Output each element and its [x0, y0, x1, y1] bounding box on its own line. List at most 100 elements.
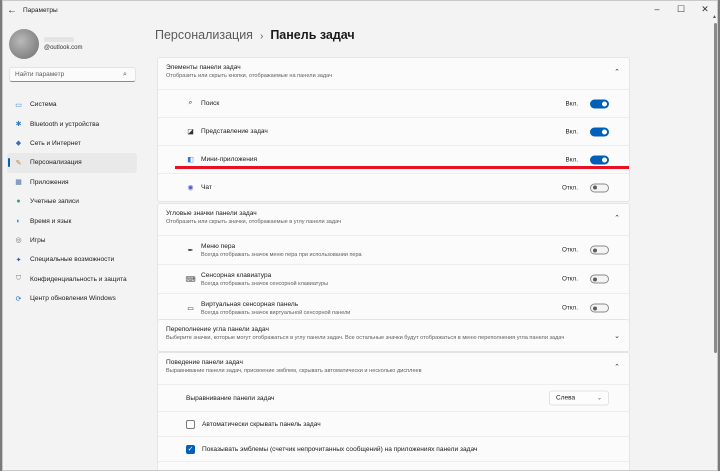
checkbox[interactable] — [186, 419, 195, 429]
pen-icon: ✒ — [187, 247, 194, 254]
page-title: Панель задач — [270, 28, 355, 42]
maximize-icon[interactable]: ☐ — [669, 1, 693, 19]
toggle-switch[interactable] — [590, 183, 609, 192]
scrollbar[interactable] — [714, 23, 717, 353]
section-corner-overflow[interactable]: Переполнение угла панели задач Выберите … — [157, 319, 630, 352]
app-title: Параметры — [23, 6, 58, 14]
search-icon: ⌕ — [123, 70, 127, 78]
sidebar-item-0[interactable]: ▭ Система — [7, 95, 137, 114]
sidebar-item-label: Сеть и Интернет — [30, 139, 81, 147]
title-bar: ← Параметры – ☐ ✕ — [3, 1, 717, 19]
globe-clock-icon: ◐ — [16, 217, 21, 225]
toggle-switch[interactable] — [590, 303, 609, 313]
setting-desc: Всегда отображать значок сенсорной клави… — [201, 280, 329, 287]
section-header-taskbar-behavior[interactable]: Поведение панели задач Выравнивание пане… — [158, 353, 629, 384]
apps-icon: ▦ — [15, 179, 22, 187]
setting-label: Представление задач — [201, 128, 268, 135]
setting-label: Меню пера — [201, 242, 236, 250]
nav-list: ▭ Система ✱ Bluetooth и устройства ◆ Сеть и И… — [7, 95, 137, 308]
checkbox-row[interactable]: Автоматически скрывать панель задач — [158, 411, 629, 436]
taskbar-alignment-value: Слева — [556, 394, 576, 402]
sidebar-item-label: Приложения — [30, 178, 69, 186]
setting-row: ▭ Виртуальная сенсорная панель Всегда отоб… — [158, 293, 629, 322]
section-header-taskbar-items[interactable]: Элементы панели задач Отобразить или скр… — [158, 58, 629, 89]
sidebar-item-label: Система — [30, 101, 57, 109]
sidebar-item-1[interactable]: ✱ Bluetooth и устройства — [7, 114, 137, 133]
accessibility-icon: ✦ — [15, 256, 22, 264]
checkbox-label: Автоматически скрывать панель задач — [202, 420, 321, 428]
setting-label: Поиск — [201, 100, 220, 107]
sidebar-item-label: Учетные записи — [30, 198, 79, 206]
sidebar-item-3[interactable]: ✎ Персонализация — [7, 153, 137, 173]
toggle-group: Вкл. — [566, 99, 609, 108]
back-arrow-icon[interactable]: ← — [3, 5, 21, 16]
search-box[interactable]: ⌕ — [9, 67, 136, 82]
toggle-switch[interactable] — [590, 155, 609, 164]
sidebar-item-9[interactable]: ⛉ Конфиденциальность и защита — [7, 270, 137, 289]
section-header-corner-icons[interactable]: Угловые значки панели задач Отобразить и… — [158, 204, 629, 235]
sidebar-item-label: Время и язык — [30, 217, 72, 225]
chevron-down-icon[interactable]: ⌄ — [614, 332, 620, 340]
toggle-group: Откл. — [561, 274, 609, 284]
section-taskbar-behavior: Поведение панели задач Выравнивание пане… — [157, 352, 630, 470]
search-input[interactable] — [15, 71, 123, 78]
setting-label: Мини-приложения — [201, 156, 258, 163]
sidebar-item-label: Игры — [30, 236, 46, 244]
sidebar-item-5[interactable]: ● Учетные записи — [7, 192, 137, 211]
sidebar-item-label: Персонализация — [30, 159, 82, 167]
checkbox-label: Показывать эмблемы (счетчик непрочитанны… — [202, 445, 478, 453]
breadcrumb-personalization[interactable]: Персонализация — [155, 28, 253, 42]
section-taskbar-items: Элементы панели задач Отобразить или скр… — [157, 57, 630, 202]
toggle-group: Вкл. — [566, 155, 609, 164]
taskbar-alignment-row: Выравнивание панели задач Слева ⌄ — [158, 384, 629, 411]
section-desc: Выравнивание панели задач, присвоение эм… — [166, 368, 422, 374]
toggle-state-label: Вкл. — [565, 156, 578, 163]
taskbar-alignment-select[interactable]: Слева ⌄ — [549, 390, 609, 406]
user-profile[interactable]: @outlook.com — [9, 29, 82, 59]
checkbox-row[interactable]: ✓ Показывать эмблемы (счетчик непрочитанн… — [158, 436, 629, 461]
section-title: Элементы панели задач — [166, 64, 241, 71]
checkbox[interactable]: ✓ — [186, 444, 195, 454]
sidebar-item-10[interactable]: ⟳ Центр обновления Windows — [7, 289, 137, 308]
shield-icon: ⛉ — [15, 275, 22, 283]
setting-row: ✒ Меню пера Всегда отображать значок меню … — [158, 235, 629, 264]
toggle-group: Откл. — [562, 183, 609, 192]
bluetooth-icon: ✱ — [15, 121, 22, 129]
sidebar-item-label: Специальные возможности — [30, 256, 115, 264]
red-highlight-line — [175, 166, 629, 169]
chevron-up-icon[interactable]: ⌃ — [614, 363, 620, 371]
chevron-up-icon[interactable]: ⌃ — [614, 68, 620, 76]
setting-row: ⌕ Поиск Вкл. — [158, 89, 629, 117]
section-desc: Выберите значки, которые могут отображат… — [166, 335, 565, 341]
toggle-switch[interactable] — [590, 127, 609, 136]
minimize-icon[interactable]: – — [645, 1, 669, 19]
taskbar-alignment-label: Выравнивание панели задач — [186, 394, 275, 402]
section-corner-icons: Угловые значки панели задач Отобразить и… — [157, 203, 630, 323]
keyboard-icon: ⌨ — [185, 276, 196, 283]
user-email: @outlook.com — [44, 45, 83, 51]
section-title: Переполнение угла панели задач — [166, 326, 269, 333]
sidebar-item-4[interactable]: ▦ Приложения — [7, 173, 137, 192]
setting-label: Виртуальная сенсорная панель — [201, 300, 299, 308]
toggle-switch[interactable] — [590, 245, 609, 255]
toggle-state-label: Откл. — [561, 275, 578, 283]
main-content: Персонализация › Панель задач Элементы п… — [155, 19, 631, 470]
toggle-switch[interactable] — [590, 99, 609, 108]
scroll-up-arrow-icon[interactable]: ▲ — [712, 14, 717, 20]
checkbox-row[interactable]: Показывать панель задач на всех дисплеях — [158, 461, 629, 470]
window-controls: – ☐ ✕ — [645, 1, 717, 19]
sidebar-item-8[interactable]: ✦ Специальные возможности — [7, 250, 137, 269]
chevron-up-icon[interactable]: ⌃ — [614, 214, 620, 222]
section-title: Поведение панели задач — [166, 359, 243, 366]
sidebar-item-6[interactable]: ◐ Время и язык — [7, 211, 137, 230]
toggle-switch[interactable] — [590, 274, 609, 284]
sidebar-item-2[interactable]: ◆ Сеть и Интернет — [7, 134, 137, 153]
sidebar-item-7[interactable]: ◎ Игры — [7, 231, 137, 250]
wifi-icon: ◆ — [15, 140, 22, 148]
section-header-corner-overflow[interactable]: Переполнение угла панели задач Выберите … — [158, 320, 629, 351]
chevron-down-icon: ⌄ — [596, 395, 602, 402]
account-icon: ● — [16, 198, 21, 206]
toggle-state-label: Откл. — [561, 184, 578, 191]
sidebar: @outlook.com ⌕ ▭ Система ✱ Bluetooth и устр… — [3, 19, 143, 470]
breadcrumb-separator: › — [259, 31, 264, 42]
